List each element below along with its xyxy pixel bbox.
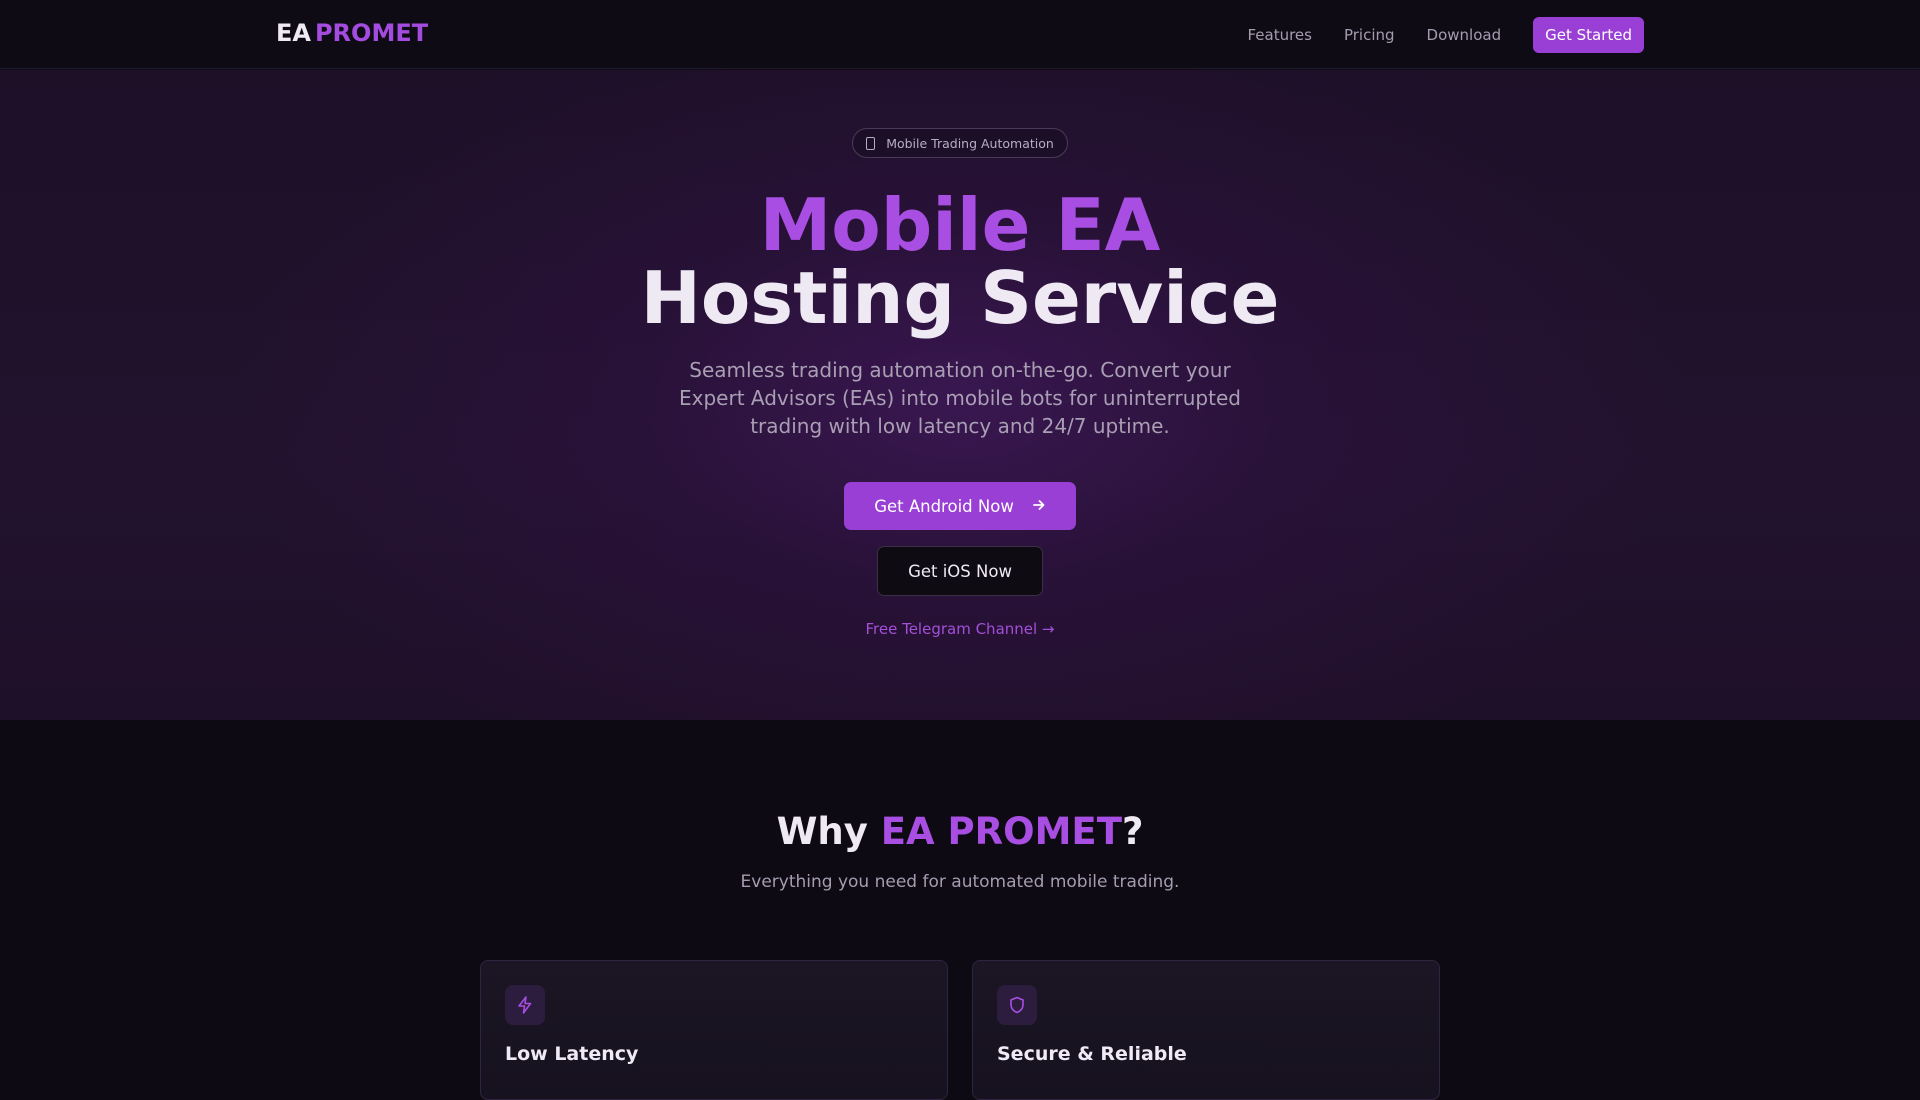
features-heading: Why EA PROMET? [0, 810, 1920, 853]
logo[interactable]: EA PROMET [276, 19, 428, 47]
hero-title-line2: Hosting Service [640, 256, 1280, 340]
feature-card-title: Secure & Reliable [997, 1043, 1187, 1065]
get-ios-button[interactable]: Get iOS Now [877, 546, 1043, 596]
nav-link-features[interactable]: Features [1247, 18, 1312, 52]
hero-badge-label: Mobile Trading Automation [886, 135, 1054, 151]
features-heading-prefix: Why [776, 810, 881, 853]
nav-menu: Features Pricing Download Get Started [1247, 17, 1644, 53]
feature-card-title: Low Latency [505, 1043, 639, 1065]
telegram-channel-label: Free Telegram Channel → [865, 620, 1055, 638]
feature-card-low-latency: Low Latency [480, 960, 948, 1100]
logo-text-ea: EA [276, 19, 311, 47]
arrow-right-icon [1032, 497, 1046, 516]
feature-card-secure-reliable: Secure & Reliable [972, 960, 1440, 1100]
get-ios-label: Get iOS Now [908, 561, 1012, 581]
hero-subtitle: Seamless trading automation on-the-go. C… [679, 358, 1241, 438]
top-navbar: EA PROMET Features Pricing Download Get S… [0, 0, 1920, 69]
features-heading-accent: EA PROMET [880, 810, 1122, 853]
nav-link-pricing[interactable]: Pricing [1344, 18, 1395, 52]
hero-section: Mobile Trading Automation Mobile EA Host… [0, 70, 1920, 720]
hero-title-line1: Mobile EA [759, 183, 1161, 267]
nav-link-download[interactable]: Download [1427, 18, 1502, 52]
logo-text-promet: PROMET [314, 19, 429, 47]
features-subheading: Everything you need for automated mobile… [740, 872, 1180, 892]
shield-icon [997, 985, 1037, 1025]
get-android-button[interactable]: Get Android Now [844, 482, 1076, 530]
get-started-button[interactable]: Get Started [1533, 17, 1644, 53]
features-heading-suffix: ? [1121, 810, 1144, 853]
get-android-label: Get Android Now [874, 496, 1014, 516]
telegram-channel-link[interactable]: Free Telegram Channel → [0, 620, 1920, 638]
lightning-icon [505, 985, 545, 1025]
smartphone-icon [866, 136, 876, 150]
hero-badge: Mobile Trading Automation [852, 128, 1068, 158]
